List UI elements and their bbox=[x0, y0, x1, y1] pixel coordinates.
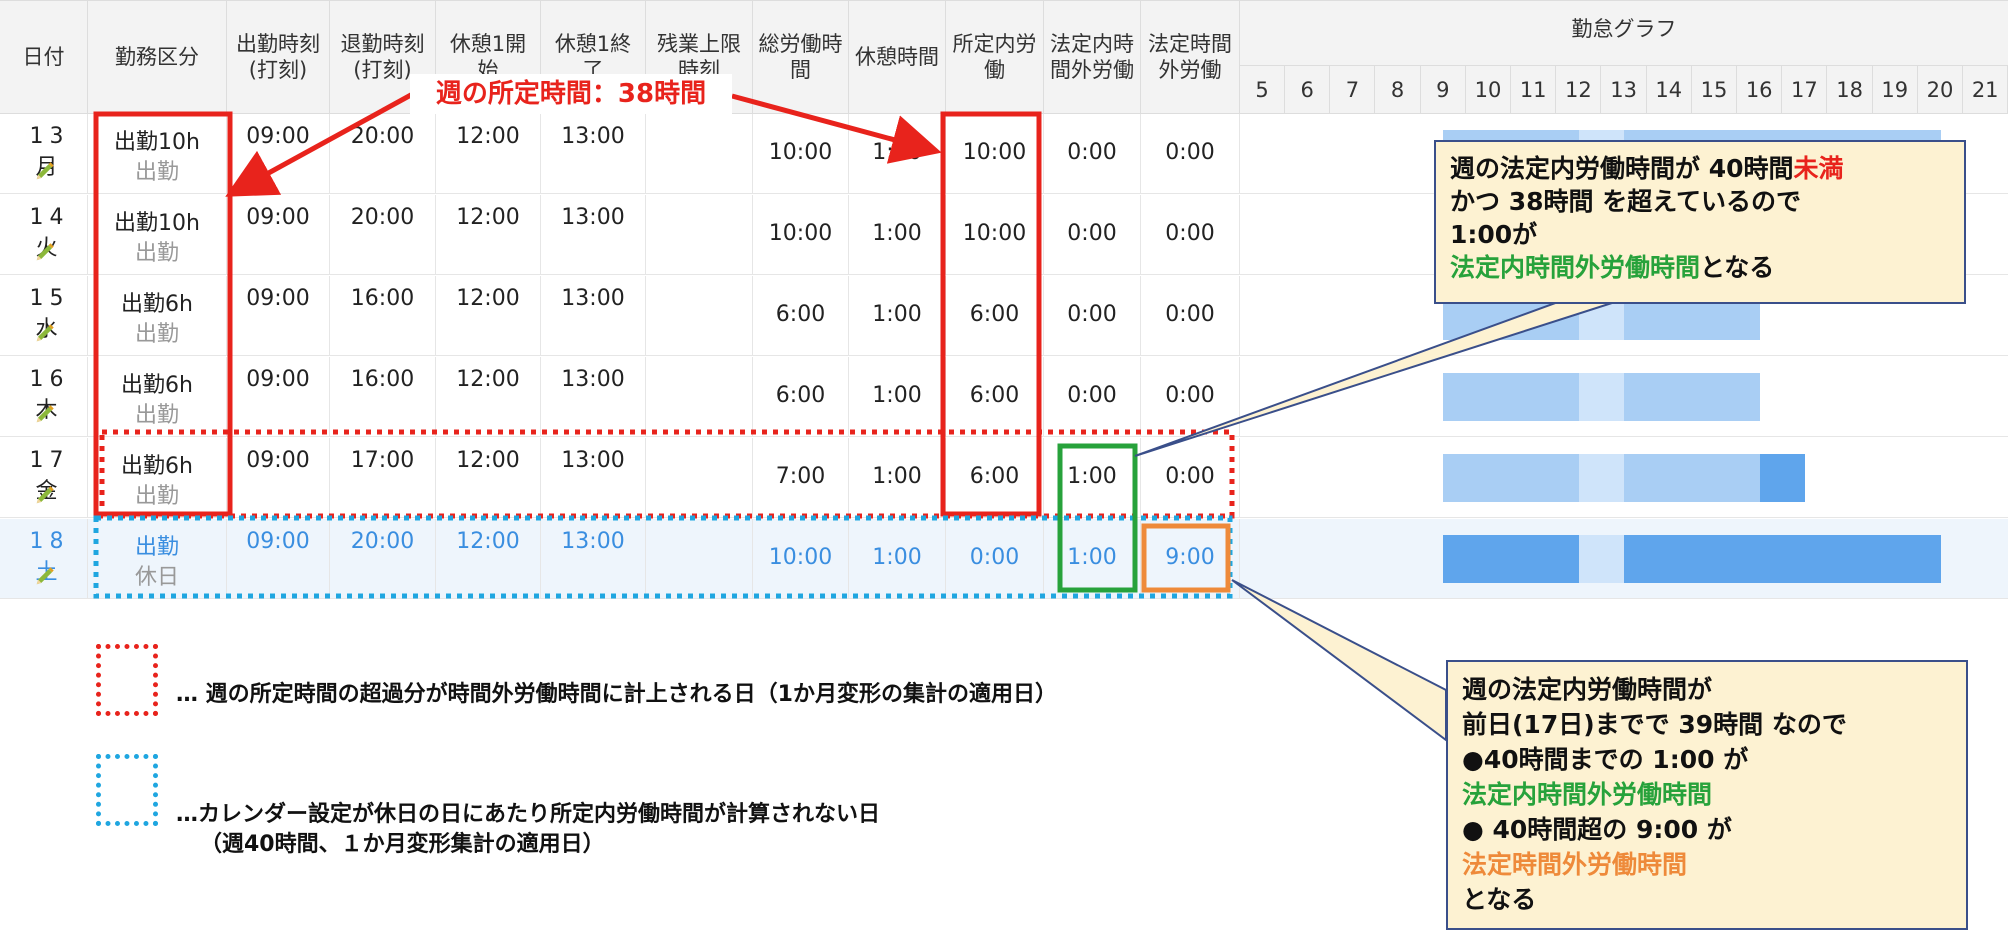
callout2-line2: 前日(17日)までで 39時間 なので bbox=[1462, 710, 1847, 739]
work-type-highlight bbox=[93, 111, 233, 517]
legend-blue-text-2: （週40時間、１か月変形集計の適用日） bbox=[200, 832, 605, 857]
legend-blue-swatch bbox=[96, 754, 158, 826]
callout1-line3: 1:00が bbox=[1450, 220, 1538, 249]
callout2-line5: ● 40時間超の 9:00 が bbox=[1462, 815, 1732, 844]
callout1-line4-suffix: となる bbox=[1700, 253, 1775, 282]
callout2-line7: となる bbox=[1462, 885, 1537, 914]
callout2-line1: 週の法定内労働時間が bbox=[1462, 675, 1713, 704]
callout1-line2: かつ 38時間 を超えているので bbox=[1450, 187, 1801, 216]
callout2-line3: ●40時間までの 1:00 が bbox=[1462, 745, 1749, 774]
legend-red-swatch bbox=[96, 644, 158, 716]
legend-red-text: … 週の所定時間の超過分が時間外労働時間に計上される日（1か月変形の集計の適用日… bbox=[176, 682, 1057, 707]
callout1-pointer bbox=[1134, 293, 1641, 457]
arrow-to-scheduled bbox=[731, 93, 942, 164]
callout2-line4: 法定内時間外労働時間 bbox=[1462, 780, 1713, 809]
arrow-to-work-type bbox=[225, 87, 422, 197]
scheduled-highlight bbox=[940, 111, 1042, 517]
callout1-line4: 法定内時間外労働時間 bbox=[1450, 253, 1701, 282]
callout-legal-inner: 週の法定内労働時間が 40時間未満 かつ 38時間 を超えているので 1:00が… bbox=[1434, 140, 1966, 304]
callout1-line1-emphasis: 未満 bbox=[1793, 154, 1844, 183]
callout2-pointer bbox=[1231, 579, 1447, 742]
legend-blue-text: …カレンダー設定が休日の日にあたり所定内労働時間が計算されない日 bbox=[176, 802, 881, 827]
weekly-scheduled-label: 週の所定時間：38時間 bbox=[410, 74, 732, 114]
callout1-line1: 週の法定内労働時間が 40時間 bbox=[1450, 154, 1794, 183]
legal-over-highlight bbox=[1141, 523, 1231, 593]
callout-legal-over: 週の法定内労働時間が 前日(17日)までで 39時間 なので ●40時間までの … bbox=[1446, 660, 1968, 930]
callout2-line6: 法定時間外労働時間 bbox=[1462, 850, 1688, 879]
